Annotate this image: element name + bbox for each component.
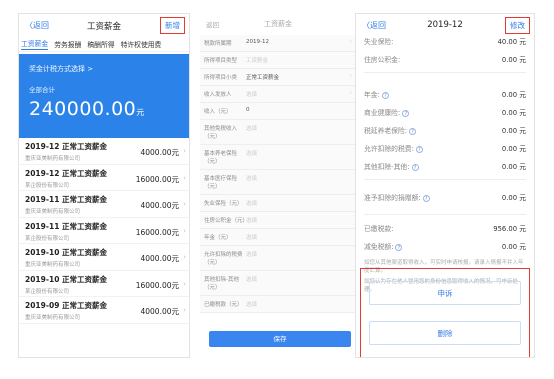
tab-labor[interactable]: 劳务报酬 <box>54 39 81 49</box>
detail-row: 已缴税款: 956.00 元 <box>364 225 526 233</box>
edit-button[interactable]: 修改 <box>505 17 530 34</box>
form-row-unemployment[interactable]: 失业保险（元） 选填 <box>200 195 356 212</box>
form-row-tax-free-income[interactable]: 其他免税收入（元） 选填 <box>200 120 356 145</box>
income-type-tabs: 工资薪金 劳务报酬 稿酬所得 特许权使用费 <box>19 36 189 52</box>
appeal-button[interactable]: 申诉 <box>369 281 521 305</box>
chevron-right-icon: › <box>183 147 186 155</box>
chevron-right-icon: › <box>183 253 186 261</box>
nav-bar: 〈返回 工资薪金 新增 <box>19 14 189 36</box>
detail-row: 商业健康险:? 0.00 元 <box>364 109 526 117</box>
delete-button[interactable]: 删除 <box>369 321 521 345</box>
help-icon[interactable]: ? <box>402 110 410 117</box>
help-icon[interactable]: ? <box>409 128 417 135</box>
form-row-deductible-tax[interactable]: 允许扣除的税费（元） 选填 <box>200 246 356 271</box>
action-area: 申诉 删除 <box>360 268 530 357</box>
form-row-income[interactable]: 收入（元） 0 <box>200 103 356 120</box>
detail-row: 其他扣除-其他:? 0.00 元 <box>364 163 526 171</box>
form-row-payer[interactable]: 收入发放人 选填 › <box>200 86 356 103</box>
income-list: 2019-12 正常工资薪金 重庆亚美制药有限公司 4000.00元 › 2019-1… <box>19 138 189 324</box>
bonus-tax-method-link[interactable]: 奖金计税方式选择 > <box>29 64 179 74</box>
form-row-medical[interactable]: 基本医疗保险（元） 选填 <box>200 170 356 195</box>
chevron-right-icon: › <box>183 200 186 208</box>
help-icon[interactable]: ? <box>411 164 419 171</box>
chevron-right-icon: › <box>349 73 352 79</box>
list-item[interactable]: 2019-10 正常工资薪金 重庆亚美制药有限公司 4000.00元 › <box>19 244 189 271</box>
detail-row: 准予扣除的捐赠额:? 0.00 元 <box>364 194 526 202</box>
chevron-right-icon: › <box>349 90 352 96</box>
income-list-screen: 〈返回 工资薪金 新增 工资薪金 劳务报酬 稿酬所得 特许权使用费 奖金计税方式… <box>18 13 190 358</box>
nav-bar: 〈返回 2019-12 修改 <box>356 14 534 36</box>
help-icon[interactable]: ? <box>422 195 430 202</box>
form-row-paid-tax[interactable]: 已缴税款（元） 选填 <box>200 296 356 313</box>
detail-row: 失业保险: 40.00 元 <box>364 38 526 46</box>
tab-salary[interactable]: 工资薪金 <box>21 38 49 50</box>
chevron-right-icon: › <box>183 306 186 314</box>
detail-row: 减免税额:? 0.00 元 <box>364 243 526 251</box>
chevron-right-icon: › <box>183 226 186 235</box>
list-item[interactable]: 2019-12 正常工资薪金 重庆亚美制药有限公司 4000.00元 › <box>19 138 189 165</box>
tab-royalty[interactable]: 稿酬所得 <box>87 39 114 49</box>
list-item[interactable]: 2019-10 正常工资薪金 某企股份有限公司 16000.00元 › <box>19 271 189 297</box>
chevron-right-icon: › <box>183 173 186 182</box>
list-item[interactable]: 2019-12 正常工资薪金 某企股份有限公司 16000.00元 › <box>19 165 189 191</box>
form-row-annuity[interactable]: 年金（元） 选填 <box>200 229 356 246</box>
summary-banner: 奖金计税方式选择 > 全部合计 240000.00元 <box>19 54 189 138</box>
add-button[interactable]: 新增 <box>160 17 185 34</box>
nav-bar: 返回 工资薪金 <box>190 13 366 35</box>
form-row-income-subtype[interactable]: 所得项目小类 正常工资薪金 › <box>200 69 356 86</box>
chevron-right-icon: › <box>183 279 186 288</box>
detail-row: 税延养老保险:? 0.00 元 <box>364 127 526 135</box>
detail-row: 年金:? 0.00 元 <box>364 91 526 99</box>
detail-row: 允许扣除的税费:? 0.00 元 <box>364 145 526 153</box>
tab-license-fee[interactable]: 特许权使用费 <box>121 39 162 49</box>
detail-row: 住房公积金: 0.00 元 <box>364 56 526 64</box>
form-row-income-type[interactable]: 所得项目类型 工资薪金 <box>200 52 356 69</box>
help-icon[interactable]: ? <box>395 244 403 251</box>
form-row-period[interactable]: 税款所属期 2019-12 › <box>200 35 356 52</box>
form-row-other-deduction[interactable]: 其他扣除-其他（元） 选填 <box>200 271 356 296</box>
income-form-screen: 返回 工资薪金 税款所属期 2019-12 › 所得项目类型 工资薪金 所得项目小类正… <box>190 13 366 358</box>
save-button[interactable]: 保存 <box>209 331 351 347</box>
list-item[interactable]: 2019-11 正常工资薪金 某企股份有限公司 16000.00元 › <box>19 218 189 244</box>
total-amount: 240000.00元 <box>29 98 145 120</box>
list-item[interactable]: 2019-11 正常工资薪金 重庆亚美制药有限公司 4000.00元 › <box>19 191 189 218</box>
total-unit: 元 <box>136 108 145 117</box>
chevron-right-icon: › <box>349 39 352 45</box>
list-item[interactable]: 2019-09 正常工资薪金 重庆亚美制药有限公司 4000.00元 › <box>19 297 189 324</box>
help-icon[interactable]: ? <box>381 92 389 99</box>
income-detail-screen: 〈返回 2019-12 修改 失业保险: 40.00 元 住房公积金: 0.00 元… <box>355 13 535 358</box>
detail-list: 失业保险: 40.00 元 住房公积金: 0.00 元 年金:? 0.00 元 商业健… <box>356 36 534 255</box>
help-icon[interactable]: ? <box>415 146 423 153</box>
total-label: 全部合计 <box>29 86 55 94</box>
form-row-housing-fund[interactable]: 住房公积金（元） 选填 <box>200 212 356 229</box>
page-title: 工资薪金 <box>264 20 292 28</box>
form-row-pension[interactable]: 基本养老保险（元） 选填 <box>200 145 356 170</box>
income-form: 税款所属期 2019-12 › 所得项目类型 工资薪金 所得项目小类 正常工资薪金 › 收… <box>200 35 356 313</box>
